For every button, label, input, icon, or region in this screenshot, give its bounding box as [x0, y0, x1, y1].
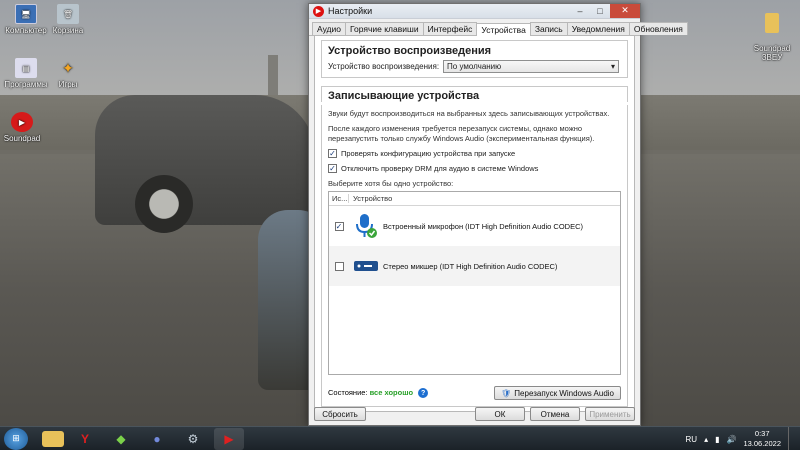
restart-description: После каждого изменения требуется переза…	[328, 124, 595, 143]
computer-icon: 🖥	[15, 4, 37, 24]
tab-recording[interactable]: Запись	[529, 22, 568, 35]
taskbar: ⊞ Y ◆ ● ⚙ ▶ RU ▴ ▮ 🔊 0:37 13.06.2022	[0, 426, 800, 450]
settings-tabs: Аудио Горячие клавиши Интерфейс Устройст…	[309, 19, 688, 37]
ok-button[interactable]: ОК	[475, 407, 525, 421]
close-button[interactable]: ✕	[610, 3, 640, 18]
playback-device-label: Устройство воспроизведения:	[328, 62, 440, 71]
device-name: Стерео микшер (IDT High Definition Audio…	[383, 261, 558, 271]
playback-group-title: Устройство воспроизведения	[328, 45, 492, 57]
tab-updates[interactable]: Обновления	[628, 22, 688, 35]
maximize-button[interactable]: □	[590, 4, 610, 18]
desktop-icon-label: Soundpad	[3, 134, 41, 143]
column-use[interactable]: Ис...	[329, 194, 349, 203]
programs-icon: ▤	[15, 58, 37, 78]
tab-hotkeys[interactable]: Горячие клавиши	[344, 22, 424, 35]
choose-device-label: Выберите хотя бы одно устройство:	[328, 179, 454, 188]
cancel-button[interactable]: Отмена	[530, 407, 580, 421]
playback-group: Устройство воспроизведения Устройство во…	[321, 40, 628, 78]
clock[interactable]: 0:37 13.06.2022	[743, 429, 781, 449]
show-hidden-icons-icon[interactable]: ▴	[704, 435, 708, 444]
checkbox-checked-icon: ✓	[328, 149, 337, 158]
language-indicator[interactable]: RU	[686, 435, 698, 444]
window-title: Настройки	[328, 6, 373, 16]
disable-drm-checkbox[interactable]: ✓ Отключить проверку DRM для аудио в сис…	[328, 164, 621, 173]
volume-icon[interactable]: 🔊	[726, 435, 736, 444]
soundpad-taskbar-icon[interactable]: ▶	[214, 427, 244, 450]
discord-icon[interactable]: ●	[142, 428, 172, 450]
restart-windows-audio-button[interactable]: 🛡 Перезапуск Windows Audio	[494, 386, 621, 400]
soundpad-app-icon: ▶	[313, 5, 324, 17]
checkbox-checked-icon: ✓	[328, 164, 337, 173]
device-checkbox-unchecked[interactable]	[334, 261, 344, 271]
show-desktop-button[interactable]	[788, 427, 796, 450]
folder-icon	[765, 13, 779, 33]
device-checkbox-checked[interactable]: ✓	[334, 221, 344, 231]
wallpaper-tower	[268, 55, 278, 95]
devices-panel: Устройство воспроизведения Устройство во…	[314, 36, 635, 412]
playback-device-select[interactable]: По умолчанию ▾	[443, 60, 620, 73]
steam-icon[interactable]: ⚙	[178, 428, 208, 450]
recycle-bin-icon: 🗑	[57, 4, 79, 24]
column-device[interactable]: Устройство	[349, 194, 392, 203]
network-icon[interactable]: ▮	[715, 435, 719, 444]
soundpad-icon: ▶	[11, 112, 33, 132]
apply-button[interactable]: Применить	[585, 407, 635, 421]
yandex-browser-icon[interactable]: Y	[70, 428, 100, 450]
start-button[interactable]: ⊞	[4, 427, 28, 450]
bluestacks-icon[interactable]: ◆	[106, 428, 136, 450]
desktop-icon-soundpad[interactable]: ▶ Soundpad	[0, 112, 50, 143]
dialog-footer: Сбросить ОК Отмена Применить	[314, 407, 635, 421]
status-value: все хорошо	[369, 387, 414, 397]
device-row-microphone[interactable]: ✓ Встроенный микрофон (IDT High Definiti…	[329, 206, 620, 246]
status-label: Состояние:	[328, 387, 368, 397]
system-tray: RU ▴ ▮ 🔊 0:37 13.06.2022	[686, 427, 797, 450]
restart-windows-audio-label: Перезапуск Windows Audio	[514, 388, 614, 398]
desktop-icon-folder[interactable]: Soundpad ЗВЕУ	[744, 4, 800, 71]
help-icon[interactable]: ?	[418, 388, 429, 399]
recording-group: Записывающие устройства Звуки будут восп…	[321, 86, 628, 407]
reset-button[interactable]: Сбросить	[314, 407, 366, 421]
stereo-mixer-icon	[353, 253, 379, 279]
tab-notifications[interactable]: Уведомления	[566, 22, 630, 35]
device-list-header: Ис... Устройство	[329, 192, 620, 206]
minimize-button[interactable]: –	[570, 4, 590, 18]
tab-interface[interactable]: Интерфейс	[422, 22, 478, 35]
playback-device-value: По умолчанию	[447, 62, 502, 71]
settings-window: ▶ Настройки – □ ✕ Аудио Горячие клавиши …	[308, 3, 688, 426]
check-config-label: Проверять конфигурацию устройства при за…	[341, 149, 516, 158]
desktop-icon-label: Игры	[58, 80, 78, 89]
recording-device-list: Ис... Устройство ✓ Встроенный микрофон (…	[328, 191, 621, 375]
device-name: Встроенный микрофон (IDT High Definition…	[383, 221, 584, 231]
clock-time: 0:37	[754, 429, 770, 438]
clock-date: 13.06.2022	[743, 439, 781, 448]
desktop-icon-recycle-bin[interactable]: 🗑 Корзина	[40, 4, 96, 35]
recording-group-title: Записывающие устройства	[321, 86, 628, 102]
disable-drm-label: Отключить проверку DRM для аудио в систе…	[341, 164, 539, 173]
games-icon: ✦	[62, 59, 74, 76]
explorer-icon[interactable]	[42, 430, 64, 447]
recording-description: Звуки будут воспроизводиться на выбранны…	[328, 109, 610, 118]
wallpaper-car	[95, 95, 315, 225]
desktop-icon-label: Soundpad ЗВЕУ	[753, 44, 791, 62]
microphone-icon	[353, 213, 379, 239]
chevron-down-icon: ▾	[611, 62, 616, 71]
desktop-icon-label: Корзина	[52, 26, 84, 35]
wallpaper-car-wheel	[135, 175, 193, 233]
device-row-stereo-mixer[interactable]: Стерео микшер (IDT High Definition Audio…	[329, 246, 620, 286]
tab-audio[interactable]: Аудио	[312, 22, 346, 35]
window-titlebar[interactable]: ▶ Настройки – □ ✕	[309, 3, 640, 19]
check-config-checkbox[interactable]: ✓ Проверять конфигурацию устройства при …	[328, 149, 621, 158]
status-row: Состояние: все хорошо ? 🛡 Перезапуск Win…	[328, 386, 621, 400]
shield-icon: 🛡	[501, 388, 512, 398]
desktop-icon-games[interactable]: ✦ Игры	[40, 58, 96, 90]
tab-devices[interactable]: Устройства	[476, 23, 531, 37]
